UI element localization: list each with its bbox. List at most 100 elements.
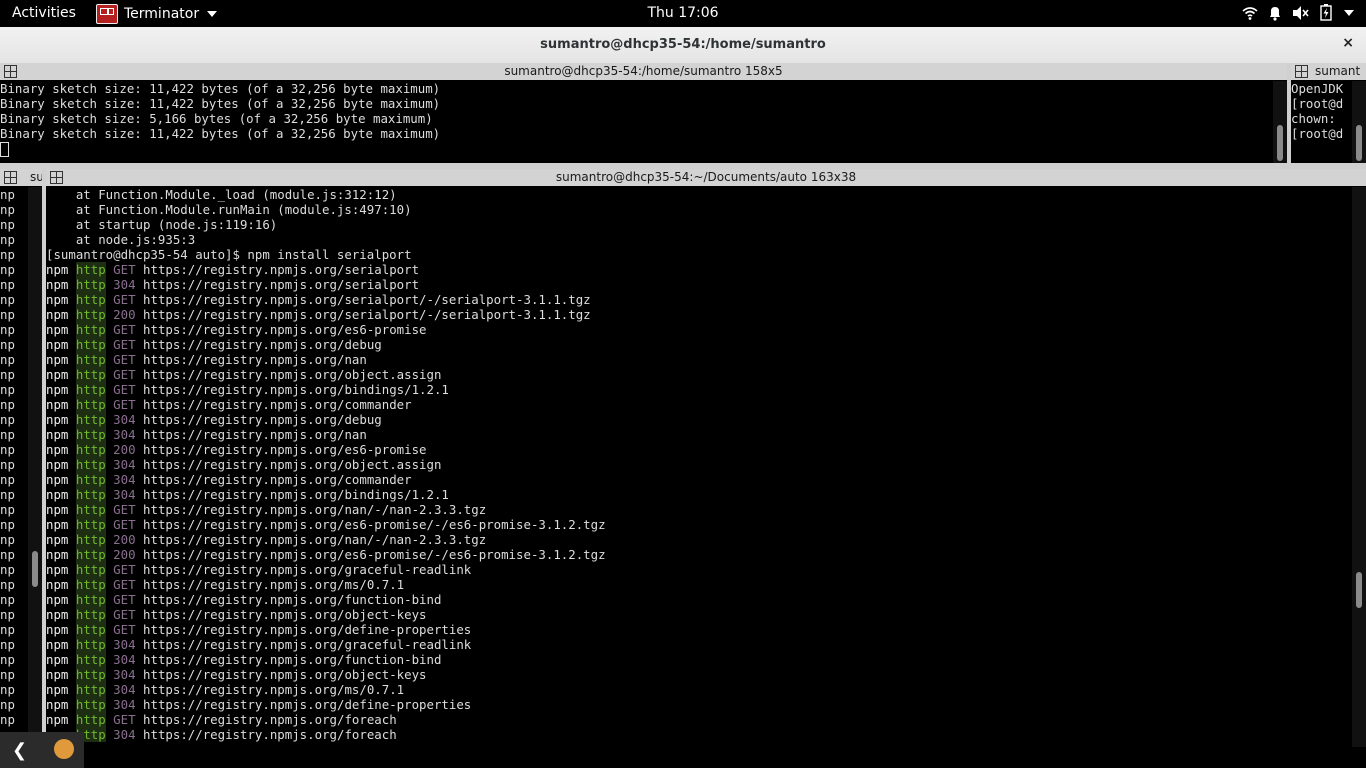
npm-label: npm xyxy=(46,712,69,727)
http-label: http xyxy=(75,562,106,577)
battery-icon[interactable] xyxy=(1320,4,1332,21)
npm-log-line: npm http GET https://registry.npmjs.org/… xyxy=(46,712,1352,727)
http-label: http xyxy=(75,442,106,457)
pane-titlebar-top-right[interactable]: sumant xyxy=(1291,63,1366,80)
npm-label: npm xyxy=(46,652,69,667)
volume-muted-icon[interactable] xyxy=(1292,5,1310,21)
terminal-line: Binary sketch size: 11,422 bytes (of a 3… xyxy=(0,126,441,141)
http-label: http xyxy=(75,577,106,592)
npm-log-line: npm http GET https://registry.npmjs.org/… xyxy=(46,592,1352,607)
scrollbar-thumb[interactable] xyxy=(1356,125,1362,161)
http-method: GET xyxy=(113,562,136,577)
close-icon[interactable]: × xyxy=(1342,35,1354,51)
terminal-pane-top-right[interactable]: OpenJDK [root@d chown: [root@d xyxy=(1291,81,1352,163)
http-label: http xyxy=(75,652,106,667)
terminal-line: np xyxy=(0,607,15,622)
terminal-line: np xyxy=(0,697,15,712)
npm-label: npm xyxy=(46,622,69,637)
http-label: http xyxy=(75,427,106,442)
scrollbar[interactable] xyxy=(1352,187,1366,747)
grid-icon[interactable] xyxy=(1295,65,1308,78)
http-method: 304 xyxy=(113,637,136,652)
notification-bell-icon[interactable] xyxy=(1268,5,1282,21)
terminal-line: np xyxy=(0,292,15,307)
npm-log-line: npm http GET https://registry.npmjs.org/… xyxy=(46,367,1352,382)
request-url: https://registry.npmjs.org/serialport xyxy=(143,277,420,292)
grid-icon[interactable] xyxy=(4,171,17,184)
terminal-pane-left-strip[interactable]: np np np np np np np np np np np np np np np np np np np np… xyxy=(0,187,28,732)
terminal-line: np xyxy=(0,217,15,232)
http-label: http xyxy=(75,277,106,292)
request-url: https://registry.npmjs.org/commander xyxy=(143,472,412,487)
npm-log-line: npm http 304 https://registry.npmjs.org/… xyxy=(46,697,1352,712)
terminal-line: np xyxy=(0,562,15,577)
http-label: http xyxy=(75,472,106,487)
pane-titlebar-top-left[interactable]: sumantro@dhcp35-54:/home/sumantro 158x5 xyxy=(0,63,1287,80)
app-name: Terminator xyxy=(124,5,200,22)
terminal-line: np xyxy=(0,232,15,247)
pane-title: sumant xyxy=(1315,64,1361,78)
terminal-line: [sumantro@dhcp35-54 auto]$ npm install s… xyxy=(46,247,412,262)
http-method: 304 xyxy=(113,277,136,292)
request-url: https://registry.npmjs.org/object-keys xyxy=(143,667,427,682)
npm-log-line: npm http GET https://registry.npmjs.org/… xyxy=(46,607,1352,622)
scrollbar[interactable] xyxy=(1273,81,1287,163)
terminal-line: at startup (node.js:119:16) xyxy=(46,217,278,232)
request-url: https://registry.npmjs.org/foreach xyxy=(143,712,397,727)
request-url: https://registry.npmjs.org/nan xyxy=(143,352,367,367)
npm-log-line: npm http GET https://registry.npmjs.org/… xyxy=(46,562,1352,577)
npm-label: npm xyxy=(46,412,69,427)
http-method: GET xyxy=(113,262,136,277)
pane-title: sumantro@dhcp35-54:~/Documents/auto 163x… xyxy=(555,170,857,184)
npm-log-line: npm http GET https://registry.npmjs.org/… xyxy=(46,502,1352,517)
npm-label: npm xyxy=(46,667,69,682)
scrollbar-thumb[interactable] xyxy=(32,551,38,587)
http-method: GET xyxy=(113,292,136,307)
pane-titlebar-main[interactable]: sumantro@dhcp35-54:~/Documents/auto 163x… xyxy=(46,169,1366,186)
terminal-line: np xyxy=(0,487,15,502)
npm-log-line: npm http GET https://registry.npmjs.org/… xyxy=(46,622,1352,637)
request-url: https://registry.npmjs.org/define-proper… xyxy=(143,697,472,712)
system-menu-caret-icon[interactable] xyxy=(1344,9,1354,16)
npm-label: npm xyxy=(46,367,69,382)
terminal-pane-main[interactable]: at Function.Module._load (module.js:312:… xyxy=(46,187,1352,747)
terminal-line: np xyxy=(0,577,15,592)
npm-label: npm xyxy=(46,502,69,517)
wifi-icon[interactable] xyxy=(1242,5,1258,21)
terminal-line: Binary sketch size: 5,166 bytes (of a 32… xyxy=(0,111,433,126)
app-menu-button[interactable]: Terminator xyxy=(96,3,218,24)
scrollbar-thumb[interactable] xyxy=(1277,125,1283,161)
app-indicator-icon[interactable] xyxy=(54,739,74,759)
request-url: https://registry.npmjs.org/bindings/1.2.… xyxy=(143,382,449,397)
npm-log-line: npm http GET https://registry.npmjs.org/… xyxy=(46,292,1352,307)
scrollbar-thumb[interactable] xyxy=(1356,572,1362,608)
http-method: GET xyxy=(113,607,136,622)
system-tray[interactable] xyxy=(1242,4,1354,21)
terminal-line: np xyxy=(0,637,15,652)
terminal-line: np xyxy=(0,337,15,352)
window-titlebar[interactable]: sumantro@dhcp35-54:/home/sumantro × xyxy=(0,27,1366,64)
http-label: http xyxy=(75,487,106,502)
pane-title: sumantro@dhcp35-54:/home/sumantro 158x5 xyxy=(504,64,783,78)
npm-log-line: npm http 200 https://registry.npmjs.org/… xyxy=(46,547,1352,562)
message-tray[interactable]: ❮ xyxy=(0,732,84,768)
request-url: https://registry.npmjs.org/bindings/1.2.… xyxy=(143,487,449,502)
pane-titlebar-left-strip[interactable]: su xyxy=(0,169,44,186)
npm-log-line: npm http GET https://registry.npmjs.org/… xyxy=(46,382,1352,397)
http-label: http xyxy=(75,397,106,412)
request-url: https://registry.npmjs.org/object.assign xyxy=(143,367,442,382)
npm-label: npm xyxy=(46,487,69,502)
activities-button[interactable]: Activities xyxy=(12,5,76,21)
http-method: GET xyxy=(113,592,136,607)
npm-log-line: npm http GET https://registry.npmjs.org/… xyxy=(46,262,1352,277)
http-label: http xyxy=(75,547,106,562)
terminal-pane-top-left[interactable]: Binary sketch size: 11,422 bytes (of a 3… xyxy=(0,81,1273,163)
terminal-line: np xyxy=(0,712,15,727)
npm-log-line: npm http GET https://registry.npmjs.org/… xyxy=(46,352,1352,367)
http-method: 200 xyxy=(113,547,136,562)
http-label: http xyxy=(75,412,106,427)
scrollbar[interactable] xyxy=(28,187,42,732)
back-arrow-icon[interactable]: ❮ xyxy=(12,740,27,761)
terminal-line: np xyxy=(0,592,15,607)
scrollbar[interactable] xyxy=(1352,81,1366,163)
